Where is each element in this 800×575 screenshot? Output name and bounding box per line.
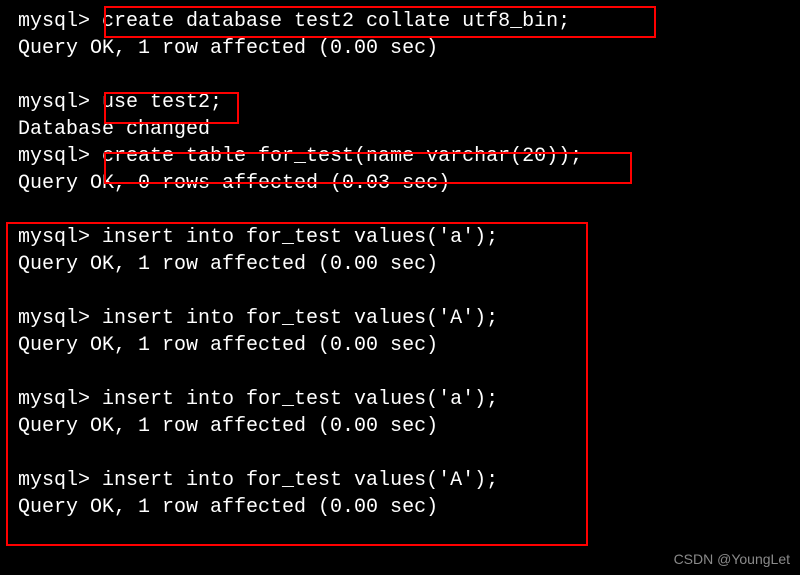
command-text: insert into for_test values('a'); — [102, 388, 498, 411]
mysql-prompt: mysql> — [18, 226, 102, 249]
command-line: mysql> use test2; — [18, 89, 782, 116]
output-line: Database changed — [18, 116, 782, 143]
mysql-prompt: mysql> — [18, 307, 102, 330]
mysql-prompt: mysql> — [18, 388, 102, 411]
command-text: create table for_test(name varchar(20)); — [102, 145, 582, 168]
output-line: Query OK, 1 row affected (0.00 sec) — [18, 35, 782, 62]
blank-line — [18, 197, 782, 224]
mysql-prompt: mysql> — [18, 145, 102, 168]
watermark: CSDN @YoungLet — [674, 550, 790, 569]
command-line: mysql> insert into for_test values('A'); — [18, 467, 782, 494]
output-line: Query OK, 1 row affected (0.00 sec) — [18, 413, 782, 440]
command-text: insert into for_test values('A'); — [102, 307, 498, 330]
blank-line — [18, 278, 782, 305]
blank-line — [18, 359, 782, 386]
command-text: insert into for_test values('a'); — [102, 226, 498, 249]
command-line: mysql> create database test2 collate utf… — [18, 8, 782, 35]
output-line: Query OK, 1 row affected (0.00 sec) — [18, 251, 782, 278]
command-line: mysql> insert into for_test values('a'); — [18, 224, 782, 251]
blank-line — [18, 62, 782, 89]
output-line: Query OK, 1 row affected (0.00 sec) — [18, 494, 782, 521]
command-line: mysql> create table for_test(name varcha… — [18, 143, 782, 170]
terminal-output: mysql> create database test2 collate utf… — [18, 8, 782, 521]
output-line: Query OK, 0 rows affected (0.03 sec) — [18, 170, 782, 197]
command-line: mysql> insert into for_test values('a'); — [18, 386, 782, 413]
blank-line — [18, 440, 782, 467]
command-text: use test2; — [102, 91, 222, 114]
output-line: Query OK, 1 row affected (0.00 sec) — [18, 332, 782, 359]
mysql-prompt: mysql> — [18, 91, 102, 114]
mysql-prompt: mysql> — [18, 469, 102, 492]
mysql-prompt: mysql> — [18, 10, 102, 33]
command-text: create database test2 collate utf8_bin; — [102, 10, 570, 33]
command-line: mysql> insert into for_test values('A'); — [18, 305, 782, 332]
command-text: insert into for_test values('A'); — [102, 469, 498, 492]
